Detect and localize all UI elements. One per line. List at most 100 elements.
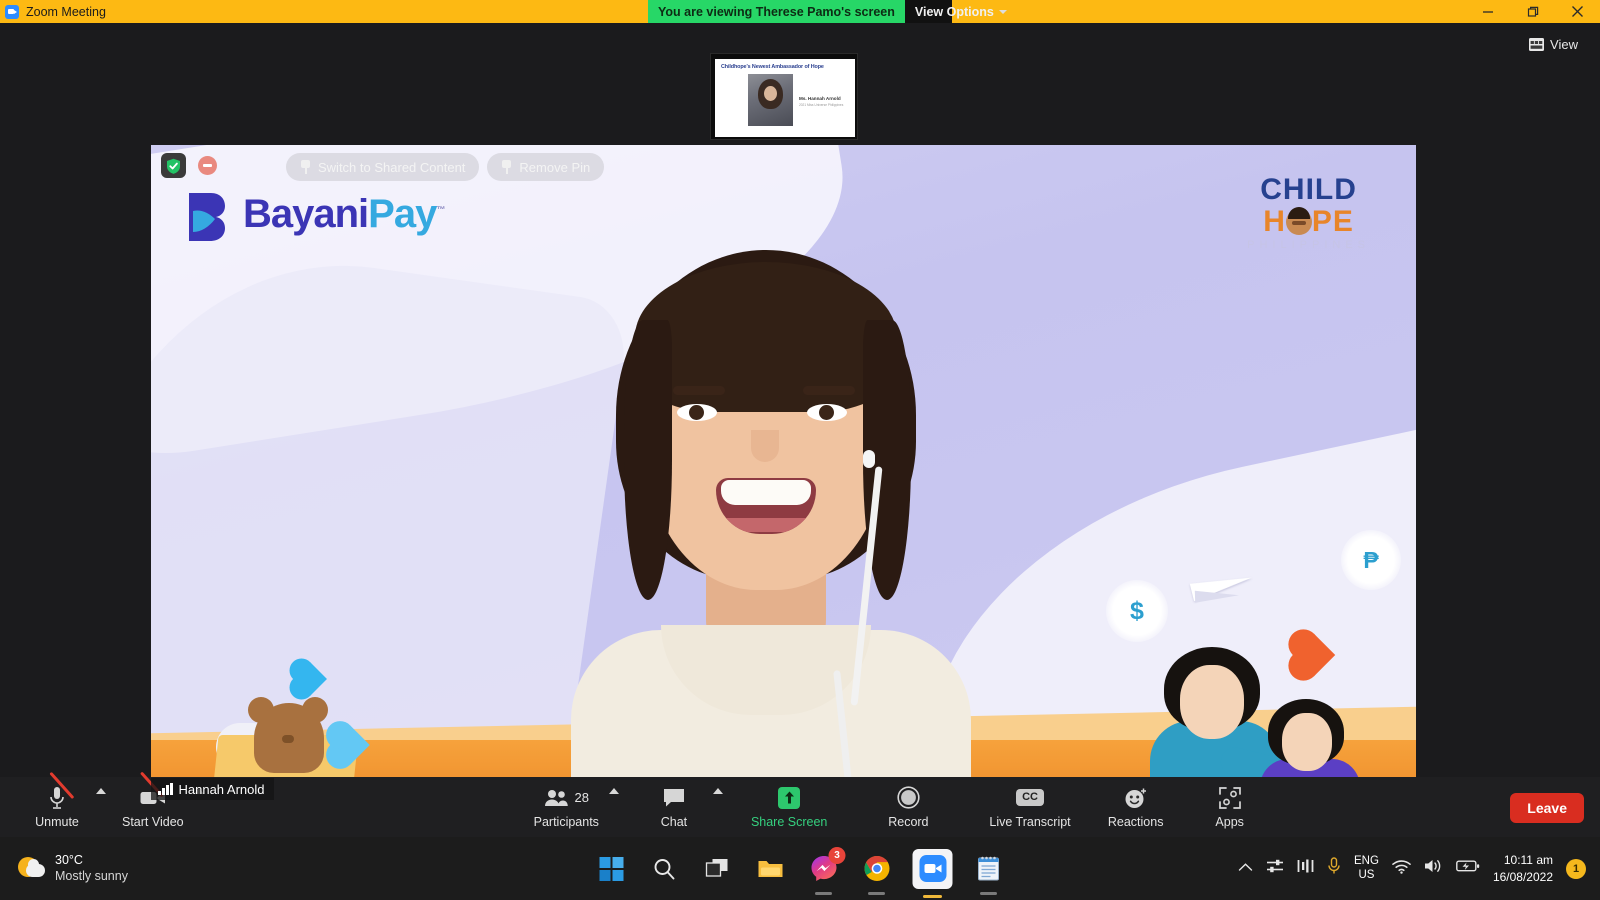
chevron-down-icon (998, 9, 1007, 14)
view-options-label: View Options (914, 4, 994, 19)
trademark-symbol: ™ (436, 204, 445, 215)
task-view-icon[interactable] (701, 852, 735, 886)
participants-count: 28 (574, 790, 590, 805)
zoom-icon (5, 4, 19, 19)
search-icon[interactable] (648, 852, 682, 886)
apps-label: Apps (1215, 814, 1244, 829)
childhope-pe: PE (1311, 205, 1354, 238)
apps-button[interactable]: Apps (1201, 777, 1259, 837)
reactions-button[interactable]: Reactions (1107, 777, 1165, 837)
thumbnail-speaker-subtitle: 2021 Miss Universe Philippines (799, 103, 844, 107)
microphone-muted-icon (48, 771, 75, 810)
switch-shared-content-label: Switch to Shared Content (318, 159, 466, 175)
paper-plane-icon (1189, 568, 1271, 610)
pin-icon (501, 160, 512, 174)
audio-meter-icon[interactable] (1297, 858, 1314, 879)
closed-caption-icon: CC (1016, 789, 1044, 806)
record-button[interactable]: Record (879, 777, 937, 837)
zoom-icon[interactable] (912, 848, 953, 898)
live-transcript-label: Live Transcript (989, 814, 1071, 829)
window-titlebar: Zoom Meeting You are viewing Therese Pam… (0, 0, 1600, 23)
leave-button[interactable]: Leave (1510, 793, 1584, 823)
chat-button[interactable]: Chat (645, 777, 703, 837)
childhope-line3: PHILIPPINES (1247, 239, 1370, 251)
audio-options-caret[interactable] (86, 768, 116, 828)
chevron-up-icon[interactable] (1238, 860, 1253, 878)
close-button[interactable] (1555, 0, 1600, 23)
notepad-icon[interactable] (972, 852, 1006, 895)
chat-label: Chat (660, 814, 688, 829)
record-icon (897, 786, 920, 809)
messenger-badge: 3 (828, 846, 846, 864)
share-screen-icon (778, 786, 801, 809)
taskbar-app-icons: 3 (595, 846, 1006, 898)
minimize-button[interactable] (1465, 0, 1510, 23)
windows-taskbar: 30°C Mostly sunny 3 ENG US 10:11 am 16/0… (0, 837, 1600, 900)
volume-icon[interactable] (1424, 858, 1443, 879)
view-button-label: View (1550, 37, 1578, 52)
participant-video-person (511, 240, 1031, 800)
grid-view-icon (1529, 38, 1545, 51)
view-layout-button[interactable]: View (1521, 33, 1586, 56)
taskbar-date: 16/08/2022 (1492, 869, 1553, 884)
chrome-icon[interactable] (860, 852, 894, 895)
participants-options-caret[interactable] (599, 768, 629, 828)
pinned-video-stage[interactable]: BayaniPay™ CHILD H PE PHILIPPINES $ ₱ Sw… (151, 145, 1416, 800)
view-options-button[interactable]: View Options (905, 0, 1017, 23)
peso-bubble-icon: ₱ (1341, 530, 1401, 590)
window-controls (1465, 0, 1600, 23)
family-illustration (1150, 635, 1380, 800)
childhope-line2: H PE (1247, 207, 1370, 237)
security-shield-icon[interactable] (161, 153, 186, 178)
remove-pin-label: Remove Pin (519, 159, 591, 175)
participants-label: Participants (533, 814, 599, 829)
participant-name-label: Hannah Arnold (151, 778, 274, 800)
file-explorer-icon[interactable] (754, 852, 788, 886)
pin-icon (300, 160, 311, 174)
participant-name-text: Hannah Arnold (178, 781, 265, 797)
clock-widget[interactable]: 10:11 am 16/08/2022 (1493, 852, 1553, 884)
language-indicator[interactable]: ENG US (1354, 855, 1379, 883)
recording-indicator-icon[interactable] (198, 156, 217, 175)
switch-to-shared-content-button[interactable]: Switch to Shared Content (286, 153, 480, 181)
start-video-label: Start Video (122, 814, 184, 829)
zoom-meeting-window: View Childhope's Newest Ambassador of Ho… (0, 23, 1600, 837)
unmute-button[interactable]: Unmute (28, 771, 86, 837)
window-title: Zoom Meeting (26, 4, 106, 19)
start-icon[interactable] (595, 852, 629, 886)
unmute-label: Unmute (35, 814, 79, 829)
shared-screen-thumbnail[interactable]: Childhope's Newest Ambassador of Hope Ms… (710, 53, 858, 140)
messenger-icon[interactable]: 3 (807, 846, 846, 895)
bayanipay-name-b: Bayani (243, 192, 369, 236)
weather-condition: Mostly sunny (55, 868, 128, 883)
settings-sliders-icon[interactable] (1266, 858, 1284, 879)
battery-charging-icon[interactable] (1456, 859, 1480, 878)
participants-button[interactable]: 28 Participants (534, 777, 599, 837)
sun-cloud-icon (18, 855, 46, 883)
childhope-logo: CHILD H PE PHILIPPINES (1247, 175, 1370, 251)
dollar-bubble-icon: $ (1106, 580, 1168, 642)
thumbnail-slide-title: Childhope's Newest Ambassador of Hope (721, 64, 824, 70)
share-screen-button[interactable]: Share Screen (751, 777, 827, 837)
chat-bubble-icon (663, 788, 684, 806)
reactions-label: Reactions (1107, 814, 1164, 829)
notification-badge[interactable]: 1 (1566, 858, 1586, 879)
heart-icon (284, 653, 327, 705)
weather-widget[interactable]: 30°C Mostly sunny (18, 853, 128, 884)
system-tray: ENG US 10:11 am 16/08/2022 1 (1238, 852, 1586, 884)
live-transcript-button[interactable]: CC Live Transcript (989, 777, 1071, 837)
reactions-smiley-icon (1125, 788, 1146, 808)
weather-temperature: 30°C (55, 852, 83, 867)
share-screen-label: Share Screen (750, 814, 828, 829)
heart-icon (320, 715, 370, 775)
wifi-icon[interactable] (1392, 859, 1411, 879)
language-line2: US (1358, 868, 1375, 881)
restore-button[interactable] (1510, 0, 1555, 23)
network-signal-icon (158, 783, 173, 795)
microphone-icon[interactable] (1327, 857, 1341, 880)
viewing-screen-text: You are viewing Therese Pamo's screen (648, 0, 905, 23)
bayanipay-mark-icon (179, 187, 233, 241)
remove-pin-button[interactable]: Remove Pin (487, 153, 605, 181)
language-line1: ENG (1354, 854, 1379, 867)
chat-options-caret[interactable] (703, 768, 733, 828)
